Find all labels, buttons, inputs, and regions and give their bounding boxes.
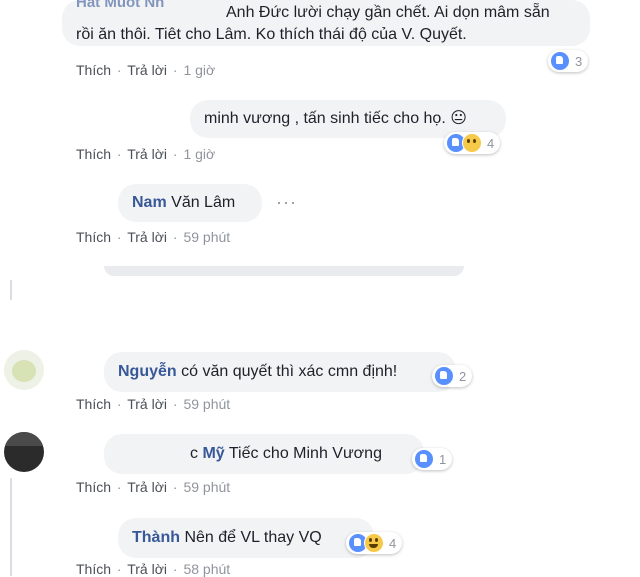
reply-link[interactable]: Trả lời	[127, 62, 167, 78]
more-options-icon[interactable]: ···	[276, 192, 297, 213]
like-link[interactable]: Thích	[76, 146, 111, 162]
comment-time[interactable]: 58 phút	[183, 561, 230, 577]
reaction-summary[interactable]: 2	[432, 365, 473, 387]
reaction-summary[interactable]: 4	[444, 132, 501, 154]
comment-text: minh vương , tấn sinh tiếc cho họ. 😐	[204, 110, 467, 127]
separator: ·	[116, 62, 122, 78]
reaction-count: 4	[487, 135, 495, 151]
reply-link[interactable]: Trả lời	[127, 396, 167, 412]
comment-time[interactable]: 59 phút	[183, 229, 230, 245]
comment-time[interactable]: 1 giờ	[183, 146, 215, 162]
reaction-count: 3	[575, 53, 583, 69]
reaction-summary[interactable]: 4	[346, 532, 403, 554]
like-link[interactable]: Thích	[76, 62, 111, 78]
thread-line	[10, 478, 12, 576]
comment-text: có văn quyết thì xác cmn định!	[181, 363, 398, 380]
separator: ·	[172, 229, 178, 245]
like-link[interactable]: Thích	[76, 229, 111, 245]
comment-time[interactable]: 59 phút	[183, 479, 230, 495]
reply-link[interactable]: Trả lời	[127, 229, 167, 245]
comment-actions: Thích · Trả lời · 59 phút	[76, 396, 230, 412]
haha-icon	[364, 533, 384, 553]
reaction-summary[interactable]: 3	[548, 50, 589, 72]
separator: ·	[116, 146, 122, 162]
like-icon	[414, 449, 434, 469]
separator: ·	[172, 396, 178, 412]
separator: ·	[172, 62, 178, 78]
comment-author[interactable]: Mỹ	[202, 445, 224, 462]
comment-actions: Thích · Trả lời · 59 phút	[76, 479, 230, 495]
reaction-count: 1	[439, 451, 447, 467]
reply-link[interactable]: Trả lời	[127, 561, 167, 577]
comment-bubble: Thành Nên để VL thay VQ	[118, 518, 374, 558]
comment-author[interactable]: Nam	[132, 194, 167, 211]
separator: ·	[116, 229, 122, 245]
like-link[interactable]: Thích	[76, 561, 111, 577]
comment-author[interactable]: Thành	[132, 529, 180, 546]
comment-author[interactable]: Nguyễn	[118, 363, 177, 380]
comment-actions: Thích · Trả lời · 58 phút	[76, 561, 230, 577]
comment-time[interactable]: 1 giờ	[183, 62, 215, 78]
comment-text: Văn Lâm	[171, 194, 236, 211]
reply-link[interactable]: Trả lời	[127, 479, 167, 495]
comment-text-line2: rồi ăn thôi. Tiêt cho Lâm. Ko thích thái…	[76, 26, 467, 43]
comment-bubble: Nam Văn Lâm	[118, 184, 262, 222]
comment-actions: Thích · Trả lời · 1 giờ	[76, 62, 215, 78]
comment-actions: Thích · Trả lời · 1 giờ	[76, 146, 215, 162]
separator: ·	[116, 479, 122, 495]
separator: ·	[172, 561, 178, 577]
comment-bubble: c Mỹ Tiếc cho Minh Vương	[104, 434, 424, 474]
avatar[interactable]	[4, 432, 44, 472]
comment-author-prefix: c	[190, 445, 198, 462]
separator: ·	[116, 396, 122, 412]
like-link[interactable]: Thích	[76, 396, 111, 412]
comment-bubble-partial	[104, 266, 464, 276]
reaction-count: 2	[459, 368, 467, 384]
reaction-count: 4	[389, 535, 397, 551]
separator: ·	[172, 479, 178, 495]
reaction-summary[interactable]: 1	[412, 448, 453, 470]
separator: ·	[172, 146, 178, 162]
comment-time[interactable]: 59 phút	[183, 396, 230, 412]
comment-bubble: Hat Muốt Nh Anh Đức lười chạy gần chết. …	[62, 0, 590, 46]
like-icon	[434, 366, 454, 386]
comment-actions: Thích · Trả lời · 59 phút	[76, 229, 230, 245]
like-icon	[550, 51, 570, 71]
comment-text: Nên để VL thay VQ	[184, 529, 322, 546]
reply-link[interactable]: Trả lời	[127, 146, 167, 162]
like-link[interactable]: Thích	[76, 479, 111, 495]
avatar[interactable]	[4, 350, 44, 390]
comment-text: Tiếc cho Minh Vương	[228, 445, 382, 462]
thread-line	[10, 280, 12, 300]
comment-author[interactable]: Hat Muốt Nh	[76, 0, 164, 14]
sad-icon	[462, 133, 482, 153]
separator: ·	[116, 561, 122, 577]
comment-bubble: Nguyễn có văn quyết thì xác cmn định!	[104, 352, 456, 392]
